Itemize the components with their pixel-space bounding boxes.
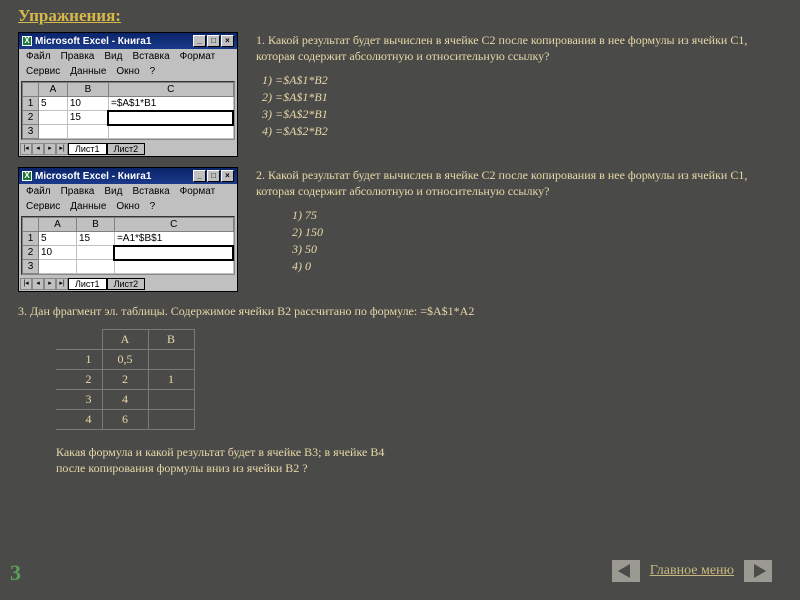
question-2-block: 2. Какой результат будет вычислен в ячей… (256, 167, 756, 275)
tab-nav-last[interactable]: ▸| (56, 278, 68, 290)
question-2-answers: 1) 75 2) 150 3) 50 4) 0 (286, 207, 756, 274)
tab-nav-next[interactable]: ▸ (44, 143, 56, 155)
worksheet[interactable]: ABC 1510=$A$1*B1 215 3 (21, 81, 235, 140)
menu-service[interactable]: Сервис (21, 65, 65, 78)
menu-insert[interactable]: Вставка (127, 185, 174, 198)
menu-window[interactable]: Окно (111, 65, 144, 78)
tab-nav-last[interactable]: ▸| (56, 143, 68, 155)
close-button[interactable]: × (221, 170, 234, 182)
menu-file[interactable]: Файл (21, 185, 56, 198)
minimize-button[interactable]: _ (193, 35, 206, 47)
fragment-table: AB 10,5 221 34 46 (56, 329, 195, 430)
answer-3: 3) 50 (292, 241, 756, 258)
menu-service[interactable]: Сервис (21, 200, 65, 213)
maximize-button[interactable]: □ (207, 170, 220, 182)
question-3-followup: Какая формула и какой результат будет в … (56, 444, 782, 476)
answer-2: 2) 150 (292, 224, 756, 241)
answer-4: 4) =$A$2*B2 (262, 123, 756, 140)
answer-1: 1) =$A$1*B2 (262, 72, 756, 89)
tab-nav-first[interactable]: |◂ (20, 143, 32, 155)
menu-view[interactable]: Вид (99, 50, 127, 63)
page-title: Упражнения: (0, 0, 800, 26)
excel-window-1: X Microsoft Excel - Книга1 _ □ × Файл Пр… (18, 32, 238, 157)
question-1-block: 1. Какой результат будет вычислен в ячей… (256, 32, 756, 140)
menu-data[interactable]: Данные (65, 65, 111, 78)
menu-file[interactable]: Файл (21, 50, 56, 63)
menu-window[interactable]: Окно (111, 200, 144, 213)
menu-insert[interactable]: Вставка (127, 50, 174, 63)
worksheet[interactable]: ABC 1515=A1*$B$1 210 3 (21, 216, 235, 275)
menu-help[interactable]: ? (145, 65, 161, 78)
main-menu-link[interactable]: Главное меню (650, 563, 734, 579)
prev-page-button[interactable] (612, 560, 640, 582)
footer-nav: Главное меню (612, 560, 772, 582)
answer-2: 2) =$A$1*B1 (262, 89, 756, 106)
maximize-button[interactable]: □ (207, 35, 220, 47)
sheet-tabs: |◂ ◂ ▸ ▸| Лист1 Лист2 (19, 277, 237, 291)
excel-window-2: X Microsoft Excel - Книга1 _ □ × Файл Пр… (18, 167, 238, 292)
page-number: 3 (10, 560, 21, 586)
excel-icon: X (22, 171, 32, 181)
minimize-button[interactable]: _ (193, 170, 206, 182)
menu-help[interactable]: ? (145, 200, 161, 213)
menu-format[interactable]: Формат (175, 50, 221, 63)
menubar-row2: Сервис Данные Окно ? (19, 64, 237, 79)
menubar-row1: Файл Правка Вид Вставка Формат (19, 184, 237, 199)
tab-nav-next[interactable]: ▸ (44, 278, 56, 290)
tab-nav-prev[interactable]: ◂ (32, 143, 44, 155)
sheet-tab-2[interactable]: Лист2 (107, 278, 146, 290)
titlebar: X Microsoft Excel - Книга1 _ □ × (19, 33, 237, 49)
answer-1: 1) 75 (292, 207, 756, 224)
answer-3: 3) =$A$2*B1 (262, 106, 756, 123)
sheet-tab-1[interactable]: Лист1 (68, 278, 107, 290)
menubar-row1: Файл Правка Вид Вставка Формат (19, 49, 237, 64)
exercise-2: X Microsoft Excel - Книга1 _ □ × Файл Пр… (0, 161, 800, 296)
sheet-tab-2[interactable]: Лист2 (107, 143, 146, 155)
exercise-1: X Microsoft Excel - Книга1 _ □ × Файл Пр… (0, 26, 800, 161)
menubar-row2: Сервис Данные Окно ? (19, 199, 237, 214)
excel-icon: X (22, 36, 32, 46)
question-1-text: 1. Какой результат будет вычислен в ячей… (256, 32, 756, 64)
menu-edit[interactable]: Правка (56, 185, 100, 198)
titlebar: X Microsoft Excel - Книга1 _ □ × (19, 168, 237, 184)
next-page-button[interactable] (744, 560, 772, 582)
exercise-3: 3. Дан фрагмент эл. таблицы. Содержимое … (0, 296, 800, 484)
tab-nav-first[interactable]: |◂ (20, 278, 32, 290)
window-title: Microsoft Excel - Книга1 (35, 36, 193, 47)
menu-format[interactable]: Формат (175, 185, 221, 198)
menu-data[interactable]: Данные (65, 200, 111, 213)
question-1-answers: 1) =$A$1*B2 2) =$A$1*B1 3) =$A$2*B1 4) =… (256, 72, 756, 139)
sheet-tabs: |◂ ◂ ▸ ▸| Лист1 Лист2 (19, 142, 237, 156)
window-title: Microsoft Excel - Книга1 (35, 171, 193, 182)
menu-view[interactable]: Вид (99, 185, 127, 198)
sheet-tab-1[interactable]: Лист1 (68, 143, 107, 155)
tab-nav-prev[interactable]: ◂ (32, 278, 44, 290)
question-2-text: 2. Какой результат будет вычислен в ячей… (256, 167, 756, 199)
answer-4: 4) 0 (292, 258, 756, 275)
close-button[interactable]: × (221, 35, 234, 47)
menu-edit[interactable]: Правка (56, 50, 100, 63)
question-3-text: 3. Дан фрагмент эл. таблицы. Содержимое … (18, 304, 782, 319)
